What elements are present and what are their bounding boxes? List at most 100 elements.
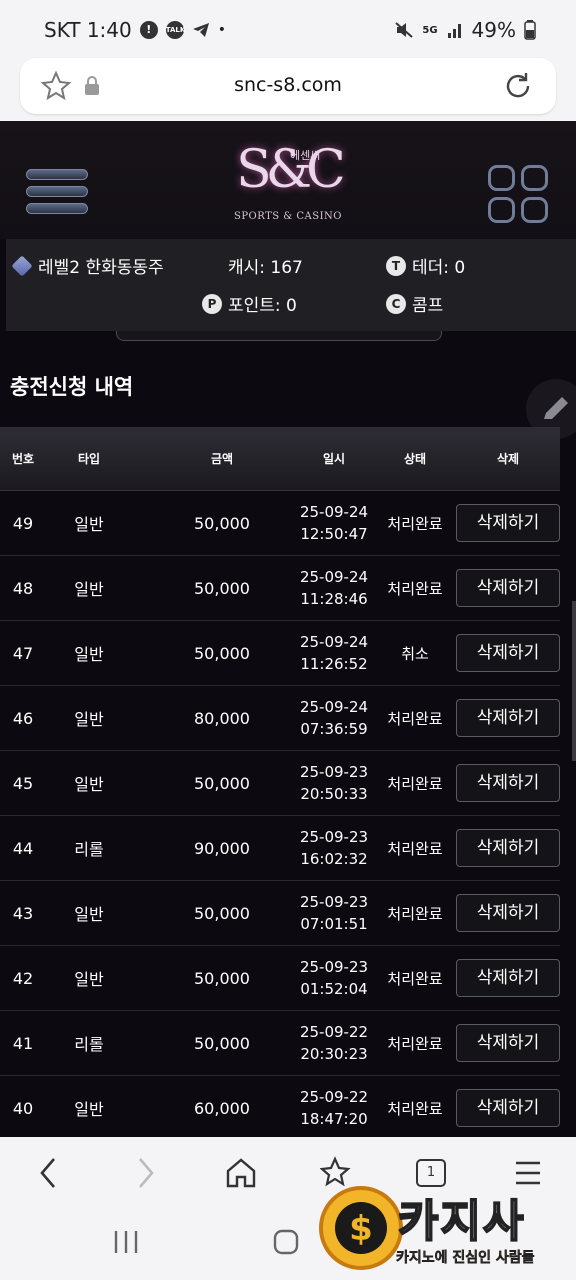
row-status: 처리완료	[387, 1034, 443, 1053]
scrollbar[interactable]	[572, 601, 576, 761]
tether-icon: T	[386, 255, 406, 276]
header-amount: 금액	[210, 452, 234, 466]
table-row: 40 일반 60,000 25-09-22 18:47:20 처리완료 삭제하기	[0, 1076, 560, 1137]
table-row: 47 일반 50,000 25-09-24 11:26:52 취소 삭제하기	[0, 621, 560, 686]
logo-mark: S&C	[236, 140, 346, 200]
page-title: 충전신청 내역	[10, 375, 134, 399]
row-time: 11:28:46	[300, 590, 368, 608]
row-type: 리롤	[74, 1035, 104, 1054]
tab-pill[interactable]	[116, 331, 442, 341]
row-time: 20:50:33	[300, 785, 368, 803]
row-no: 48	[12, 578, 34, 598]
comp-info[interactable]: C 콤프	[386, 291, 443, 316]
header-date: 일시	[322, 452, 346, 466]
delete-button[interactable]: 삭제하기	[456, 634, 560, 672]
delete-button[interactable]: 삭제하기	[456, 1024, 560, 1062]
row-amount: 50,000	[194, 968, 250, 988]
delete-button[interactable]: 삭제하기	[456, 894, 560, 932]
row-no: 41	[12, 1033, 34, 1053]
dot-icon: •	[217, 22, 227, 38]
delete-button[interactable]: 삭제하기	[456, 829, 560, 867]
row-datetime: 25-09-22 18:47:20	[294, 1086, 374, 1130]
forward-icon[interactable]	[132, 1155, 160, 1191]
row-amount: 50,000	[194, 578, 250, 598]
row-delete-cell: 삭제하기	[456, 699, 560, 737]
row-type: 일반	[74, 970, 104, 989]
row-type: 리롤	[74, 840, 104, 859]
reload-icon[interactable]	[502, 70, 534, 102]
site-header: S&C 에센씨 SPORTS & CASINO	[0, 121, 576, 239]
row-type: 일반	[74, 645, 104, 664]
table-row: 44 리롤 90,000 25-09-23 16:02:32 처리완료 삭제하기	[0, 816, 560, 881]
row-date: 25-09-22	[299, 1023, 369, 1041]
chip-coin-icon: $	[319, 1186, 403, 1270]
header-status: 상태	[403, 452, 427, 466]
row-status: 처리완료	[387, 709, 443, 728]
points-icon: P	[202, 293, 222, 314]
home-icon[interactable]	[224, 1155, 258, 1191]
5g-icon: 5G	[422, 24, 438, 36]
comp-icon: C	[386, 293, 406, 314]
menu-hamburger-icon[interactable]	[26, 169, 88, 221]
row-date: 25-09-24	[299, 568, 369, 586]
back-icon[interactable]	[34, 1155, 62, 1191]
row-no: 43	[12, 903, 34, 923]
row-status: 처리완료	[387, 579, 443, 598]
row-status: 취소	[401, 644, 429, 663]
row-datetime: 25-09-24 11:26:52	[294, 631, 374, 675]
table-row: 42 일반 50,000 25-09-23 01:52:04 처리완료 삭제하기	[0, 946, 560, 1011]
status-bar: SKT 1:40 ! TALK • 5G 49%	[0, 0, 576, 58]
row-date: 25-09-22	[299, 1088, 369, 1106]
system-home-icon[interactable]	[272, 1229, 300, 1255]
battery-text: 49%	[471, 18, 516, 42]
row-amount: 50,000	[194, 903, 250, 923]
header-delete: 삭제	[496, 452, 520, 466]
row-delete-cell: 삭제하기	[456, 1089, 560, 1127]
row-delete-cell: 삭제하기	[456, 764, 560, 802]
table-row: 46 일반 80,000 25-09-24 07:36:59 처리완료 삭제하기	[0, 686, 560, 751]
table-row: 43 일반 50,000 25-09-23 07:01:51 처리완료 삭제하기	[0, 881, 560, 946]
row-amount: 50,000	[194, 773, 250, 793]
row-amount: 90,000	[194, 838, 250, 858]
watermark-title: 카지사	[397, 1195, 526, 1248]
row-type: 일반	[74, 580, 104, 599]
points-text: 포인트: 0	[228, 296, 297, 316]
row-type: 일반	[74, 710, 104, 729]
delete-button[interactable]: 삭제하기	[456, 764, 560, 802]
address-bar[interactable]: snc-s8.com	[20, 58, 556, 114]
delete-button[interactable]: 삭제하기	[456, 699, 560, 737]
tabs-icon[interactable]: 1	[416, 1159, 446, 1187]
row-no: 40	[12, 1098, 34, 1118]
level-gem-icon	[11, 254, 33, 277]
row-time: 11:26:52	[300, 655, 368, 673]
level-user-text: 레벨2 한화동동주	[38, 258, 164, 278]
row-time: 07:36:59	[300, 720, 368, 738]
delete-button[interactable]: 삭제하기	[456, 569, 560, 607]
svg-text:$: $	[349, 1209, 373, 1249]
apps-grid-icon[interactable]	[488, 165, 550, 225]
row-datetime: 25-09-23 01:52:04	[294, 956, 374, 1000]
logo-korean: 에센씨	[290, 149, 321, 162]
table-row: 48 일반 50,000 25-09-24 11:28:46 처리완료 삭제하기	[0, 556, 560, 621]
row-amount: 80,000	[194, 708, 250, 728]
row-status: 처리완료	[387, 904, 443, 923]
delete-button[interactable]: 삭제하기	[456, 504, 560, 542]
row-datetime: 25-09-22 20:30:23	[294, 1021, 374, 1065]
deposit-history-table: 번호 타입 금액 일시 상태 삭제 49 일반 50,000 25-09-24 12:5…	[0, 427, 560, 1137]
delete-button[interactable]: 삭제하기	[456, 959, 560, 997]
row-delete-cell: 삭제하기	[456, 959, 560, 997]
row-status: 처리완료	[387, 969, 443, 988]
site-logo[interactable]: S&C 에센씨 SPORTS & CASINO	[228, 135, 348, 235]
row-no: 46	[12, 708, 34, 728]
row-datetime: 25-09-24 07:36:59	[294, 696, 374, 740]
recent-apps-icon[interactable]	[112, 1229, 140, 1255]
alert-icon: !	[139, 21, 158, 39]
row-status: 처리완료	[387, 1099, 443, 1118]
web-content: S&C 에센씨 SPORTS & CASINO 레벨2 한화동동주 캐시: 16…	[0, 121, 576, 1137]
row-delete-cell: 삭제하기	[456, 894, 560, 932]
delete-button[interactable]: 삭제하기	[456, 1089, 560, 1127]
cash-text: 캐시: 167	[228, 258, 303, 278]
row-amount: 50,000	[194, 1033, 250, 1053]
row-time: 01:52:04	[300, 980, 368, 998]
url-text[interactable]: snc-s8.com	[20, 74, 556, 96]
